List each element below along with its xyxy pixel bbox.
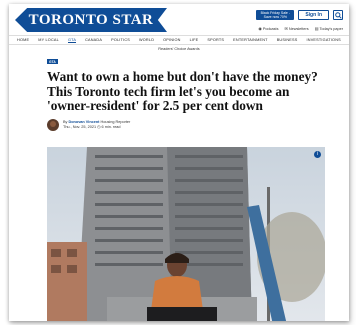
headline: Want to own a home but don't have the mo… — [47, 69, 318, 114]
podcast-icon: ◉ — [258, 26, 262, 31]
logo[interactable]: TORONTO STAR — [15, 8, 167, 32]
article-page: TORONTO STAR Black Friday Sale - Save no… — [9, 4, 349, 321]
logo-text: TORONTO STAR — [28, 12, 154, 28]
search-icon — [335, 12, 342, 19]
paper-icon: ▤ — [314, 26, 319, 31]
nav-gta[interactable]: GTA — [67, 38, 77, 43]
clock-icon: ◷ — [97, 125, 101, 129]
read-time: 6 min. read — [101, 125, 121, 129]
podcasts-link[interactable]: ◉ Podcasts — [258, 26, 278, 31]
readers-choice-awards-link[interactable]: Readers' Choice Awards — [9, 47, 349, 51]
photo-illustration — [47, 147, 325, 321]
nav-entertainment[interactable]: ENTERTAINMENT — [233, 38, 268, 42]
author-role: Housing Reporter — [100, 120, 131, 124]
nav-my-local[interactable]: MY LOCAL — [38, 38, 59, 42]
hero-photo[interactable]: i — [47, 147, 325, 321]
nav-home[interactable]: HOME — [17, 38, 29, 42]
masthead: TORONTO STAR Black Friday Sale - Save no… — [9, 4, 349, 34]
todays-paper-link[interactable]: ▤ Today's paper — [315, 26, 343, 31]
publish-date: Thu., Nov. 25, 2021 — [63, 125, 97, 129]
byline: By Donovan Vincent Housing Reporter Thu.… — [47, 119, 130, 131]
newsletter-icon: ✉ — [284, 26, 288, 31]
utility-links: ◉ Podcasts ✉ Newsletters ▤ Today's paper — [258, 26, 343, 31]
nav-investigations[interactable]: INVESTIGATIONS — [307, 38, 341, 42]
nav-business[interactable]: BUSINESS — [277, 38, 298, 42]
utility-bar: Black Friday Sale - Save now 70% Sign In — [256, 10, 343, 20]
nav-life[interactable]: LIFE — [190, 38, 199, 42]
nav-politics[interactable]: POLITICS — [111, 38, 130, 42]
info-icon[interactable]: i — [314, 151, 321, 158]
section-tag[interactable]: GTA — [47, 59, 58, 64]
newsletters-link[interactable]: ✉ Newsletters — [284, 26, 308, 31]
search-button[interactable] — [333, 10, 343, 20]
author-link[interactable]: Donovan Vincent — [69, 120, 100, 124]
nav-world[interactable]: WORLD — [139, 38, 154, 42]
main-nav: HOME MY LOCAL GTA CANADA POLITICS WORLD … — [9, 35, 349, 45]
byline-text: By Donovan Vincent Housing Reporter Thu.… — [63, 120, 131, 129]
promo-button[interactable]: Black Friday Sale - Save now 70% — [256, 10, 295, 20]
nav-canada[interactable]: CANADA — [85, 38, 102, 42]
author-avatar[interactable] — [47, 119, 59, 131]
sign-in-button[interactable]: Sign In — [298, 10, 329, 20]
nav-sports[interactable]: SPORTS — [207, 38, 224, 42]
nav-opinion[interactable]: OPINION — [163, 38, 180, 42]
